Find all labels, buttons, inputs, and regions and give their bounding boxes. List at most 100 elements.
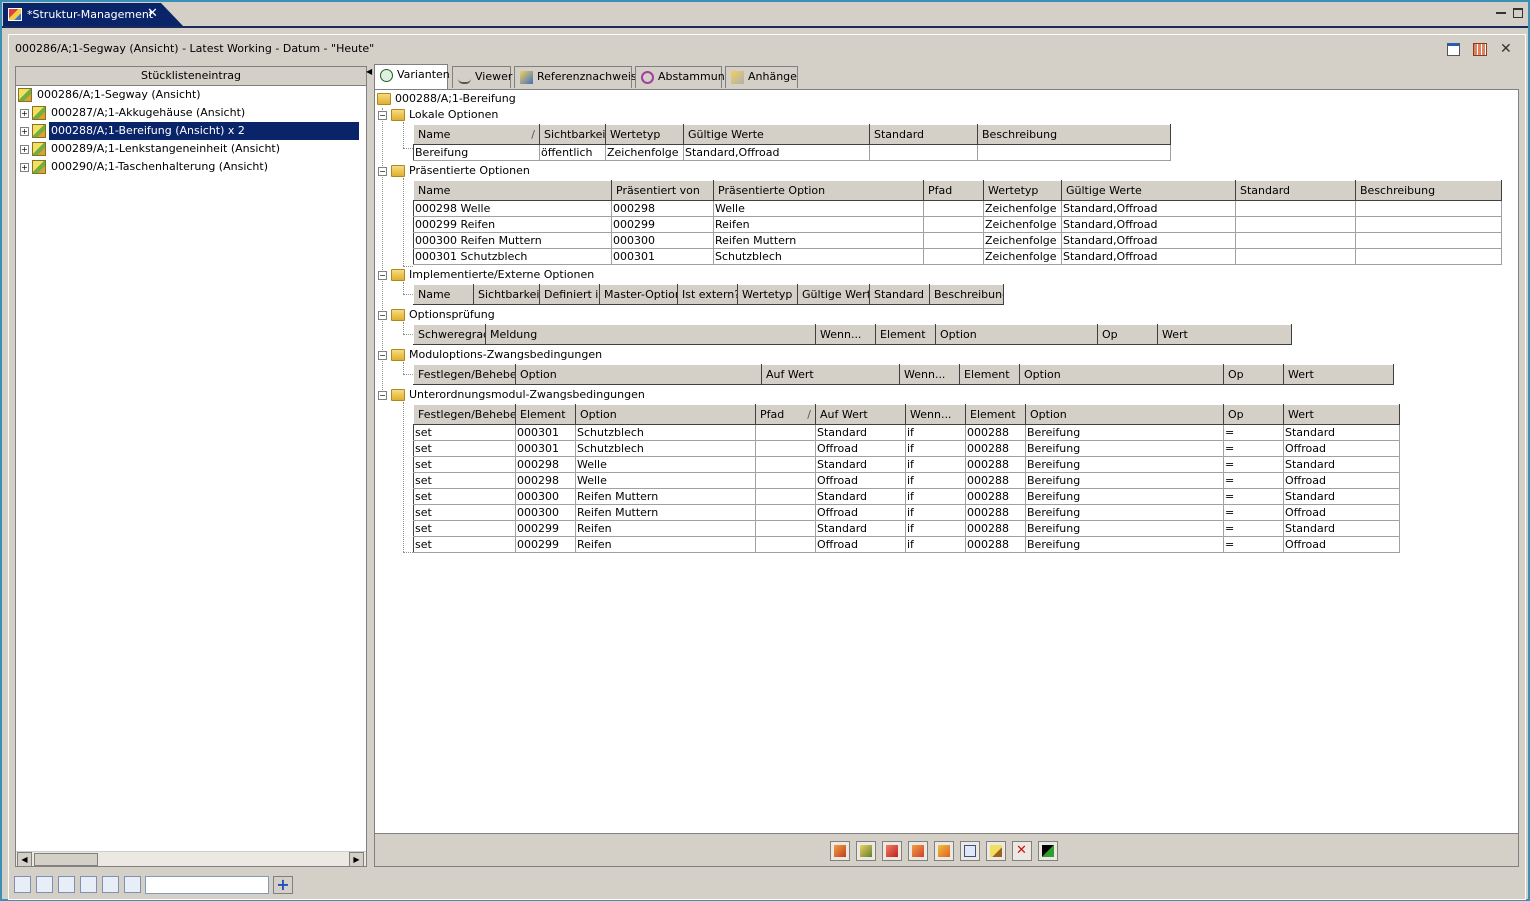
section-praesentierte-optionen[interactable]: − Präsentierte Optionen xyxy=(378,163,530,179)
add-value-button[interactable] xyxy=(856,841,876,861)
tree-item[interactable]: +000290/A;1-Taschenhalterung (Ansicht) xyxy=(20,158,270,176)
expand-icon[interactable]: + xyxy=(20,162,29,172)
column-header-op[interactable]: Op xyxy=(1223,364,1284,385)
column-header-beschreibung[interactable]: Beschreibung xyxy=(929,284,1004,305)
copy-button[interactable] xyxy=(934,841,954,861)
tab-anhaenge[interactable]: Anhänge xyxy=(725,66,798,88)
new-document-icon[interactable] xyxy=(14,876,31,893)
column-header-festlegen-beheben[interactable]: Festlegen/Beheben xyxy=(413,364,516,385)
table-row[interactable]: set 000300 Reifen Muttern Offroad if 000288 Be… xyxy=(413,504,1400,521)
table-row[interactable]: set 000301 Schutzblech Offroad if 000288 Berei… xyxy=(413,440,1400,457)
tree-item-selected[interactable]: +000288/A;1-Bereifung (Ansicht) x 2 xyxy=(20,122,364,140)
column-header-standard[interactable]: Standard xyxy=(869,284,930,305)
expand-icon[interactable]: + xyxy=(20,144,29,154)
column-header-element[interactable]: Element xyxy=(965,404,1026,425)
new-window-icon[interactable] xyxy=(1447,43,1460,56)
table-row[interactable]: set 000300 Reifen Muttern Standard if 000288 B… xyxy=(413,488,1400,505)
collapse-icon[interactable]: − xyxy=(378,310,387,320)
editor-tab[interactable]: *Struktur-Management ✕ xyxy=(3,3,183,26)
horizontal-scrollbar[interactable]: ◀ ▶ xyxy=(16,851,366,867)
table-row[interactable]: set 000298 Welle Offroad if 000288 Bereifung = O… xyxy=(413,472,1400,489)
edit-button[interactable] xyxy=(986,841,1006,861)
splitter-arrow-icon[interactable]: ◀ xyxy=(366,67,372,76)
collapse-icon[interactable]: − xyxy=(378,350,387,360)
column-header-option[interactable]: Option xyxy=(575,404,756,425)
table-row[interactable]: set 000301 Schutzblech Standard if 000288 Bere… xyxy=(413,424,1400,441)
toggle-button[interactable] xyxy=(1038,841,1058,861)
column-header-op[interactable]: Op xyxy=(1223,404,1284,425)
expand-icon[interactable]: + xyxy=(20,108,29,118)
table-row[interactable]: 000300 Reifen Muttern 000300 Reifen Mutter… xyxy=(413,232,1502,249)
collapse-icon[interactable]: − xyxy=(378,270,387,280)
column-header-pfad[interactable]: Pfad xyxy=(923,180,984,201)
column-header-meldung[interactable]: Meldung xyxy=(485,324,816,345)
table-row[interactable]: set 000299 Reifen Standard if 000288 Bereifung… xyxy=(413,520,1400,537)
table-row[interactable]: set 000298 Welle Standard if 000288 Bereifung =… xyxy=(413,456,1400,473)
expand-icon[interactable]: + xyxy=(20,126,29,136)
tree-item[interactable]: +000289/A;1-Lenkstangeneinheit (Ansicht) xyxy=(20,140,282,158)
column-header-option[interactable]: Option xyxy=(515,364,762,385)
column-header-gueltige-werte[interactable]: Gültige Werte xyxy=(1061,180,1236,201)
table-row[interactable]: set 000299 Reifen Offroad if 000288 Bereifung =… xyxy=(413,536,1400,553)
section-unterordnungsmodul-zwangsbedingungen[interactable]: − Unterordnungsmodul-Zwangsbedingungen xyxy=(378,387,645,403)
close-icon[interactable]: ✕ xyxy=(1500,41,1512,57)
tab-abstammung[interactable]: Abstammung xyxy=(635,66,732,88)
collapse-icon[interactable]: − xyxy=(378,110,387,120)
column-header-wenn[interactable]: Wenn... xyxy=(899,364,960,385)
column-header-sichtbarkeit[interactable]: Sichtbarkeit xyxy=(539,124,606,145)
column-header-sichtbarkeit[interactable]: Sichtbarkeit xyxy=(473,284,540,305)
column-header-wertetyp[interactable]: Wertetyp xyxy=(605,124,684,145)
column-header-element[interactable]: Element xyxy=(959,364,1020,385)
column-header-ist-extern[interactable]: Ist extern? xyxy=(677,284,738,305)
search-input[interactable] xyxy=(145,876,269,894)
column-header-wenn[interactable]: Wenn... xyxy=(905,404,966,425)
tab-referenznachweis[interactable]: Referenznachweis xyxy=(514,66,637,88)
web-part-icon[interactable] xyxy=(124,876,141,893)
column-header-option[interactable]: Option xyxy=(935,324,1098,345)
scroll-left-icon[interactable]: ◀ xyxy=(17,852,32,867)
column-header-wert[interactable]: Wert xyxy=(1283,364,1394,385)
section-lokale-optionen[interactable]: − Lokale Optionen xyxy=(378,107,498,123)
column-header-master-option[interactable]: Master-Option xyxy=(599,284,678,305)
column-header-name[interactable]: Name / xyxy=(413,124,540,145)
close-icon[interactable]: ✕ xyxy=(147,6,158,21)
column-header-standard[interactable]: Standard xyxy=(869,124,978,145)
add-option-button[interactable] xyxy=(830,841,850,861)
column-header-praesentiert-von[interactable]: Präsentiert von xyxy=(611,180,714,201)
column-header-name[interactable]: Name xyxy=(413,180,612,201)
maximize-icon[interactable] xyxy=(1513,8,1523,18)
column-header-festlegen-beheben[interactable]: Festlegen/Beheben xyxy=(413,404,516,425)
collapse-icon[interactable]: − xyxy=(378,390,387,400)
column-header-definiert-in[interactable]: Definiert in xyxy=(539,284,600,305)
add-constraint-button[interactable] xyxy=(908,841,928,861)
column-header-wert[interactable]: Wert xyxy=(1283,404,1400,425)
scroll-thumb[interactable] xyxy=(34,853,98,866)
column-header-standard[interactable]: Standard xyxy=(1235,180,1356,201)
column-header-beschreibung[interactable]: Beschreibung xyxy=(977,124,1171,145)
column-header-gueltige-werte[interactable]: Gültige Werte xyxy=(683,124,870,145)
navigate-icon[interactable] xyxy=(36,876,53,893)
column-header-wert[interactable]: Wert xyxy=(1157,324,1292,345)
tree-root[interactable]: 000286/A;1-Segway (Ansicht) xyxy=(18,86,203,104)
variants-root[interactable]: 000288/A;1-Bereifung xyxy=(377,91,516,107)
column-header-beschreibung[interactable]: Beschreibung xyxy=(1355,180,1502,201)
column-header-option[interactable]: Option xyxy=(1025,404,1224,425)
column-header-name[interactable]: Name xyxy=(413,284,474,305)
column-header-wenn[interactable]: Wenn... xyxy=(815,324,876,345)
column-header-auf-wert[interactable]: Auf Wert xyxy=(815,404,906,425)
section-optionspruefung[interactable]: − Optionsprüfung xyxy=(378,307,495,323)
column-header-stuecklisteneintrag[interactable]: Stücklisteneintrag xyxy=(16,67,366,86)
tab-viewer[interactable]: Viewer xyxy=(452,66,512,88)
add-icon[interactable]: + xyxy=(273,876,293,894)
tab-varianten[interactable]: Varianten xyxy=(374,64,450,89)
collapse-icon[interactable]: − xyxy=(378,166,387,176)
minimize-icon[interactable] xyxy=(1496,6,1506,14)
column-header-wertetyp[interactable]: Wertetyp xyxy=(737,284,798,305)
refresh-icon[interactable] xyxy=(58,876,75,893)
column-header-pfad[interactable]: Pfad / xyxy=(755,404,816,425)
add-part-icon[interactable] xyxy=(102,876,119,893)
add-rule-button[interactable] xyxy=(882,841,902,861)
column-header-wertetyp[interactable]: Wertetyp xyxy=(983,180,1062,201)
preview-button[interactable] xyxy=(960,841,980,861)
column-header-auf-wert[interactable]: Auf Wert xyxy=(761,364,900,385)
